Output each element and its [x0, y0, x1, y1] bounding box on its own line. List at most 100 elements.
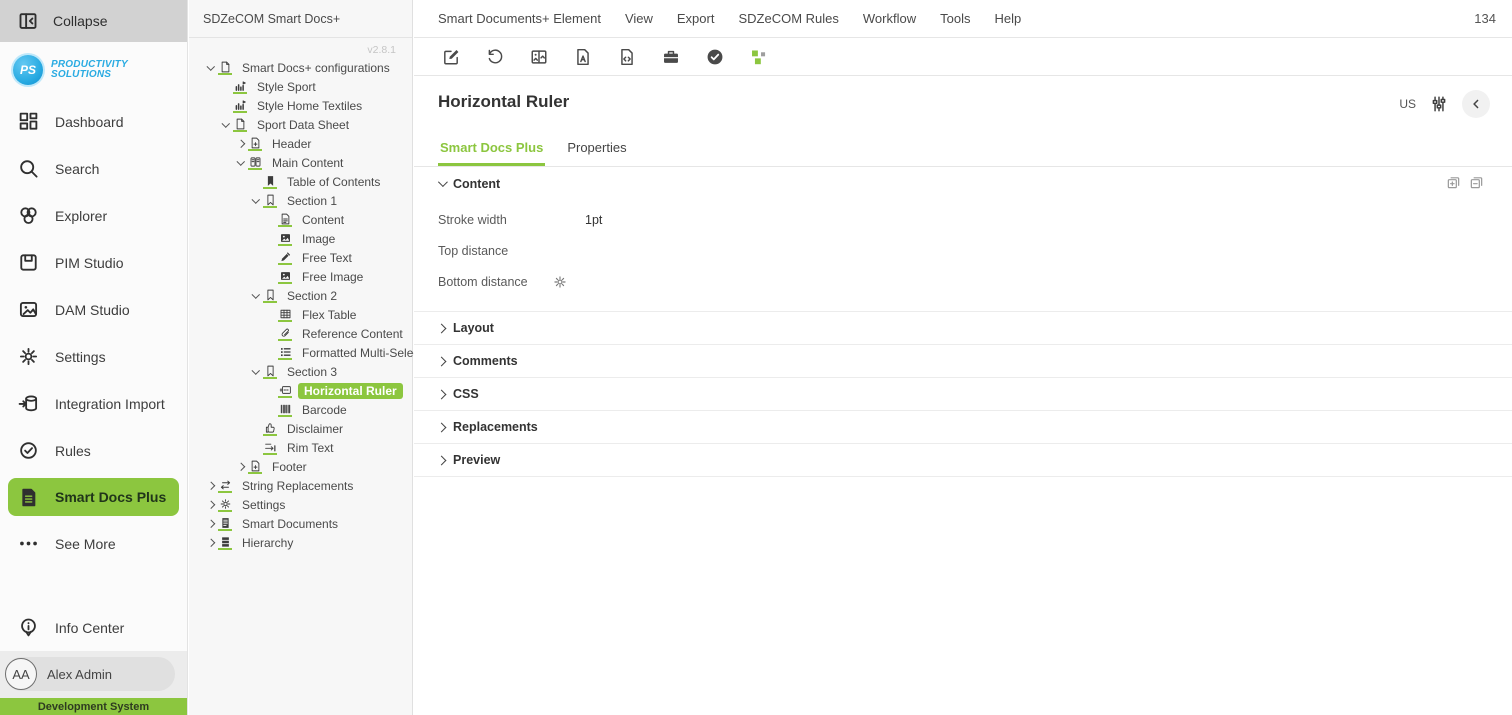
tree-node-footer[interactable]: Footer [189, 457, 412, 476]
tree-node-settings[interactable]: Settings [189, 495, 412, 514]
section-header-content[interactable]: Content [414, 167, 1512, 200]
codefile-toolbar-button[interactable] [618, 48, 636, 66]
chevron-down-icon[interactable] [248, 366, 263, 375]
sidebar-item-settings[interactable]: Settings [0, 333, 187, 380]
tree-node-table-of-contents[interactable]: Table of Contents [189, 172, 412, 191]
tree-node-smart-documents[interactable]: Smart Documents [189, 514, 412, 533]
filter-sliders-button[interactable] [1430, 95, 1448, 113]
tree-node-free-text[interactable]: Free Text [189, 248, 412, 267]
sidebar-item-dashboard[interactable]: Dashboard [0, 98, 187, 145]
chevron-down-icon[interactable] [203, 62, 218, 71]
tree-node-horizontal-ruler[interactable]: Horizontal Ruler [189, 381, 412, 400]
pdffile-toolbar-button[interactable] [574, 48, 592, 66]
tree-node-label: Barcode [302, 402, 347, 417]
tree-node-main-content[interactable]: Main Content [189, 153, 412, 172]
orgsq-toolbar-button[interactable] [750, 48, 768, 66]
tree-node-section-3[interactable]: Section 3 [189, 362, 412, 381]
section-header-replacements[interactable]: Replacements [414, 411, 1512, 444]
menu-help[interactable]: Help [994, 11, 1021, 26]
rim-icon [263, 441, 277, 455]
tree-node-header[interactable]: Header [189, 134, 412, 153]
section-header-css[interactable]: CSS [414, 378, 1512, 411]
tree-node-rim-text[interactable]: Rim Text [189, 438, 412, 457]
tree-node-image[interactable]: Image [189, 229, 412, 248]
chevron-down-icon[interactable] [233, 157, 248, 166]
bookimg-toolbar-button[interactable] [530, 48, 548, 66]
sidebar-item-info-center[interactable]: Info Center [0, 604, 187, 651]
sidebar-item-explorer[interactable]: Explorer [0, 192, 187, 239]
tree-node-label: Flex Table [302, 307, 357, 322]
list-icon [278, 346, 292, 360]
chevron-right-icon[interactable] [233, 462, 248, 471]
briefcase-toolbar-button[interactable] [662, 48, 680, 66]
section-header-layout[interactable]: Layout [414, 312, 1512, 345]
chevron-right-icon[interactable] [203, 519, 218, 528]
user-name: Alex Admin [47, 666, 113, 682]
tree-node-style-sport[interactable]: Style Sport [189, 77, 412, 96]
menu-sdzecom-rules[interactable]: SDZeCOM Rules [738, 11, 838, 26]
checkcircle-toolbar-button[interactable] [706, 48, 724, 66]
chevron-down-icon[interactable] [248, 290, 263, 299]
tree-node-string-replacements[interactable]: String Replacements [189, 476, 412, 495]
tab-smart-docs-plus[interactable]: Smart Docs Plus [438, 134, 546, 166]
sidebar-item-search[interactable]: Search [0, 145, 187, 192]
chevron-right-icon[interactable] [203, 500, 218, 509]
tree-node-label: Table of Contents [287, 174, 381, 189]
hruler-icon [278, 384, 292, 398]
tree-node-sport-data-sheet[interactable]: Sport Data Sheet [189, 115, 412, 134]
sidebar-item-rules[interactable]: Rules [0, 427, 187, 474]
menu-view[interactable]: View [625, 11, 653, 26]
image-icon [278, 270, 292, 284]
field-gear-icon[interactable] [553, 275, 585, 289]
chevron-down-icon[interactable] [218, 119, 233, 128]
copyplus-icon[interactable] [1446, 175, 1461, 190]
menu-workflow[interactable]: Workflow [863, 11, 916, 26]
sidebar-item-label: Search [55, 160, 100, 177]
section-label: Content [453, 176, 501, 191]
tree-node-reference-content[interactable]: Reference Content [189, 324, 412, 343]
tab-properties[interactable]: Properties [565, 134, 628, 166]
locale-label[interactable]: US [1399, 97, 1416, 111]
sidebar-item-dam-studio[interactable]: DAM Studio [0, 286, 187, 333]
collapse-button[interactable]: Collapse [0, 0, 187, 42]
tree-node-style-home-textiles[interactable]: Style Home Textiles [189, 96, 412, 115]
tree-node-flex-table[interactable]: Flex Table [189, 305, 412, 324]
back-button[interactable] [1462, 90, 1490, 118]
section-header-preview[interactable]: Preview [414, 444, 1512, 477]
tree-node-disclaimer[interactable]: Disclaimer [189, 419, 412, 438]
chevron-down-icon[interactable] [248, 195, 263, 204]
chevron-right-icon[interactable] [203, 481, 218, 490]
notification-counter[interactable]: 134 [1474, 11, 1496, 26]
undo-toolbar-button[interactable] [486, 48, 504, 66]
sidebar-item-pim-studio[interactable]: PIM Studio [0, 239, 187, 286]
tree-node-smart-docs-configurations[interactable]: Smart Docs+ configurations [189, 58, 412, 77]
field-value[interactable]: 1pt [585, 213, 602, 227]
tree-node-free-image[interactable]: Free Image [189, 267, 412, 286]
title-row: Horizontal Ruler US [414, 76, 1512, 130]
chevron-right-icon[interactable] [233, 139, 248, 148]
user-strip: AA Alex Admin [0, 651, 187, 698]
tree-node-hierarchy[interactable]: Hierarchy [189, 533, 412, 552]
edit-toolbar-button[interactable] [442, 48, 460, 66]
explorer-icon [18, 205, 39, 226]
toolbar [414, 38, 1512, 76]
section-icon [263, 365, 277, 379]
sidebar-item-see-more[interactable]: See More [0, 520, 187, 567]
tree-node-barcode[interactable]: Barcode [189, 400, 412, 419]
tree-node-formatted-multi-select[interactable]: Formatted Multi-Select [189, 343, 423, 362]
chevron-right-icon[interactable] [203, 538, 218, 547]
section-header-comments[interactable]: Comments [414, 345, 1512, 378]
sidebar-item-integration-import[interactable]: Integration Import [0, 380, 187, 427]
user-menu-button[interactable]: AA Alex Admin [5, 657, 175, 691]
clip-icon [278, 327, 292, 341]
menu-export[interactable]: Export [677, 11, 715, 26]
main-area: Smart Documents+ Element View Export SDZeCO… [414, 0, 1512, 715]
menu-smart-documents-element[interactable]: Smart Documents+ Element [438, 11, 601, 26]
brand-logo[interactable]: PS PRODUCTIVITY SOLUTIONS [0, 42, 187, 98]
menu-tools[interactable]: Tools [940, 11, 970, 26]
sidebar-item-smart-docs-plus[interactable]: Smart Docs Plus [8, 478, 179, 516]
tree-node-section-1[interactable]: Section 1 [189, 191, 412, 210]
tree-node-section-2[interactable]: Section 2 [189, 286, 412, 305]
copyminus-icon[interactable] [1469, 175, 1484, 190]
tree-node-content[interactable]: Content [189, 210, 412, 229]
